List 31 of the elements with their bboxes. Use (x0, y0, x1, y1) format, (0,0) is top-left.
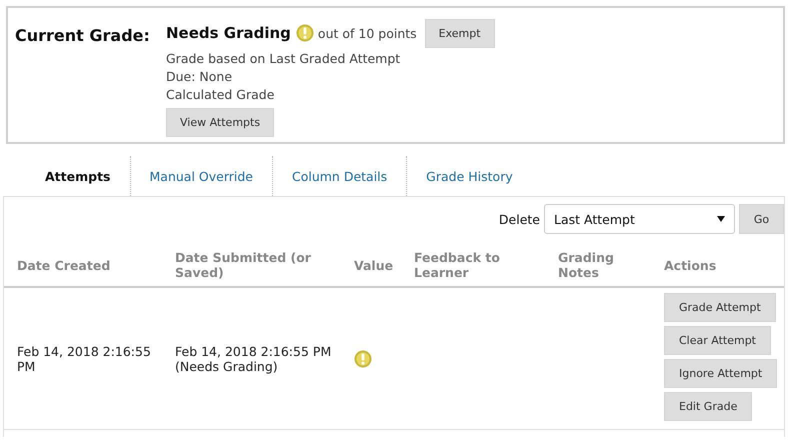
grade-detail: Grade based on Last Graded Attempt (166, 50, 400, 68)
column-header: Date Submitted (or Saved) (175, 250, 311, 280)
action-button[interactable]: Grade Attempt (664, 292, 776, 322)
tab[interactable]: Column Details (272, 156, 406, 196)
tab[interactable]: Manual Override (130, 156, 272, 196)
date-created: Feb 14, 2018 2:16:55 PM (17, 344, 152, 374)
action-button[interactable]: Clear Attempt (664, 326, 771, 354)
tab[interactable]: Attempts (24, 156, 130, 196)
action-button[interactable]: Ignore Attempt (664, 358, 778, 388)
grade-status: Needs Grading (166, 24, 291, 42)
column-header: Actions (664, 258, 716, 272)
tab[interactable]: Grade History (407, 156, 532, 196)
points-text: out of 10 points (318, 26, 417, 40)
grade-detail: Calculated Grade (166, 86, 276, 104)
column-header: Grading Notes (558, 250, 614, 280)
caret-icon (717, 216, 725, 222)
go-button[interactable]: Go (739, 204, 784, 234)
needs-grading-icon (296, 24, 314, 42)
grade-detail: Due: None (166, 68, 234, 86)
column-header: Feedback to Learner (414, 250, 500, 280)
exempt-button[interactable]: Exempt (424, 18, 495, 48)
view-attempts-button[interactable]: View Attempts (166, 108, 274, 137)
delete-label: Delete (498, 212, 540, 226)
date-submitted: Feb 14, 2018 2:16:55 PM (175, 344, 332, 358)
column-header: Value (354, 258, 394, 272)
delete-dropdown[interactable]: Last Attempt (544, 204, 735, 234)
action-button[interactable]: Edit Grade (664, 392, 752, 420)
submission-status: (Needs Grading) (175, 358, 279, 374)
needs-grading-icon (354, 350, 372, 368)
column-header: Date Created (17, 258, 110, 272)
grade-label: Current Grade: (15, 25, 151, 47)
